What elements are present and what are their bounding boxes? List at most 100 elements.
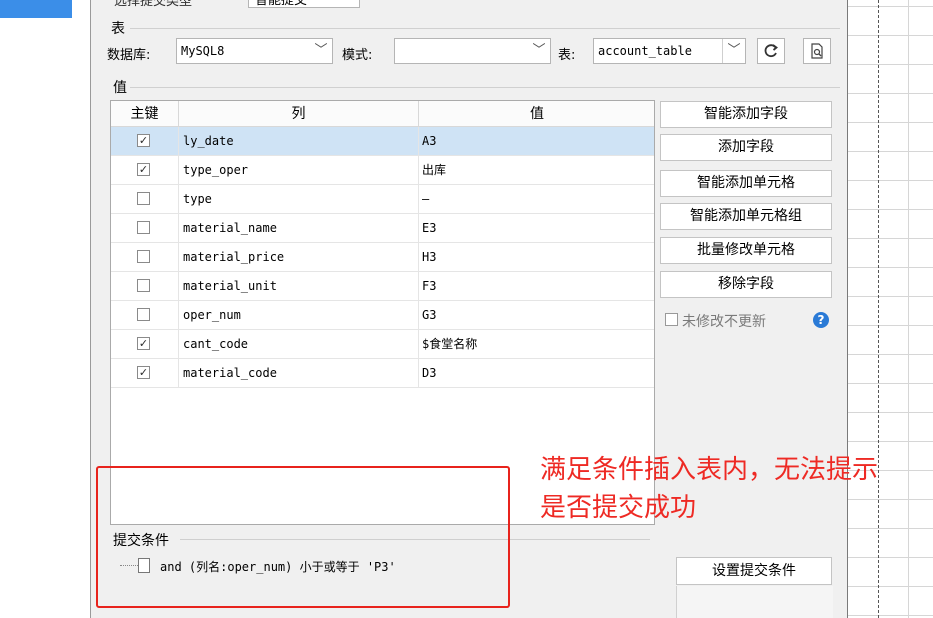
table-select[interactable]: account_table ﹀ (593, 38, 746, 64)
help-icon[interactable]: ? (813, 312, 829, 328)
column-name-cell[interactable]: material_name (179, 214, 419, 243)
table-row[interactable]: ✓ material_code D3 (111, 359, 654, 388)
table-row[interactable]: ✓ type_oper 出库 (111, 156, 654, 185)
key-cell: ✓ (111, 330, 179, 359)
key-cell (111, 185, 179, 214)
value-cell[interactable]: – (419, 185, 654, 214)
grid-row-line (848, 325, 933, 326)
column-header-key[interactable]: 主键 (111, 101, 179, 127)
value-cell[interactable]: A3 (419, 127, 654, 156)
remove-field-button[interactable]: 移除字段 (660, 271, 832, 298)
column-name-cell[interactable]: cant_code (179, 330, 419, 359)
primary-key-checkbox[interactable] (137, 221, 150, 234)
preview-icon[interactable] (803, 38, 831, 64)
primary-key-checkbox[interactable]: ✓ (137, 134, 150, 147)
grid-row-line (848, 383, 933, 384)
column-name-cell[interactable]: type_oper (179, 156, 419, 185)
grid-row-line (848, 122, 933, 123)
grid-row-line (848, 615, 933, 616)
mode-label: 模式: (342, 48, 373, 63)
key-cell (111, 214, 179, 243)
value-cell[interactable]: $食堂名称 (419, 330, 654, 359)
primary-key-checkbox[interactable] (137, 308, 150, 321)
grid-row-line (848, 412, 933, 413)
refresh-icon[interactable] (757, 38, 785, 64)
left-sidebar (0, 0, 90, 618)
primary-key-checkbox[interactable]: ✓ (137, 366, 150, 379)
grid-row-line (848, 93, 933, 94)
key-cell (111, 243, 179, 272)
key-cell (111, 301, 179, 330)
smart-add-field-button[interactable]: 智能添加字段 (660, 101, 832, 128)
grid-row-line (848, 238, 933, 239)
grid-row-line (848, 267, 933, 268)
grid-row-line (848, 557, 933, 558)
table-label: 表: (558, 48, 576, 63)
value-cell[interactable]: E3 (419, 214, 654, 243)
primary-key-checkbox[interactable]: ✓ (137, 337, 150, 350)
grid-row-line (848, 586, 933, 587)
annotation-text: 满足条件插入表内，无法提示 是否提交成功 (540, 451, 933, 527)
set-conditions-button[interactable]: 设置提交条件 (676, 557, 832, 585)
column-name-cell[interactable]: type (179, 185, 419, 214)
column-name-cell[interactable]: ly_date (179, 127, 419, 156)
database-value: MySQL8 (181, 44, 225, 58)
chevron-down-icon: ﹀ (722, 39, 745, 63)
grid-row-line (848, 64, 933, 65)
primary-key-checkbox[interactable] (137, 250, 150, 263)
column-name-cell[interactable]: oper_num (179, 301, 419, 330)
value-cell[interactable]: D3 (419, 359, 654, 388)
table-row[interactable]: material_name E3 (111, 214, 654, 243)
add-field-button[interactable]: 添加字段 (660, 134, 832, 161)
value-cell[interactable]: 出库 (419, 156, 654, 185)
value-cell[interactable]: H3 (419, 243, 654, 272)
column-name-cell[interactable]: material_price (179, 243, 419, 272)
database-label: 数据库: (107, 48, 151, 63)
grid-row-line (848, 354, 933, 355)
value-cell[interactable]: F3 (419, 272, 654, 301)
grid-row-line (848, 209, 933, 210)
primary-key-checkbox[interactable]: ✓ (137, 163, 150, 176)
primary-key-checkbox[interactable] (137, 192, 150, 205)
table-row[interactable]: material_unit F3 (111, 272, 654, 301)
batch-edit-cell-button[interactable]: 批量修改单元格 (660, 237, 832, 264)
table-row[interactable]: ✓ cant_code $食堂名称 (111, 330, 654, 359)
table-row[interactable]: ✓ ly_date A3 (111, 127, 654, 156)
annotation-line-1: 满足条件插入表内，无法提示 (540, 455, 879, 485)
column-name-cell[interactable]: material_unit (179, 272, 419, 301)
sidebar-selected-item[interactable] (0, 0, 72, 18)
conditions-side-panel (676, 586, 833, 618)
column-name-cell[interactable]: material_code (179, 359, 419, 388)
smart-add-cell-button[interactable]: 智能添加单元格 (660, 170, 832, 197)
table-group-divider (130, 28, 840, 29)
smart-add-cell-group-button[interactable]: 智能添加单元格组 (660, 203, 832, 230)
table-group-title: 表 (111, 21, 125, 37)
table-row[interactable]: oper_num G3 (111, 301, 654, 330)
value-cell[interactable]: G3 (419, 301, 654, 330)
annotation-highlight-box (96, 466, 510, 608)
submit-type-label: 选择提交类型 (114, 0, 193, 9)
database-select[interactable]: MySQL8 ﹀ (176, 38, 333, 64)
key-cell (111, 272, 179, 301)
value-group-divider (130, 87, 840, 88)
no-update-unmodified-label: 未修改不更新 (682, 314, 766, 330)
column-header-column[interactable]: 列 (179, 101, 419, 127)
submit-type-select[interactable]: 智能提交 (248, 0, 360, 8)
grid-row-line (848, 35, 933, 36)
grid-row-line (848, 296, 933, 297)
grid-row-line (848, 180, 933, 181)
grid-row-line (848, 528, 933, 529)
mode-select[interactable]: ﹀ (394, 38, 551, 64)
key-cell: ✓ (111, 127, 179, 156)
key-cell: ✓ (111, 359, 179, 388)
grid-row-line (848, 6, 933, 7)
grid-row-line (848, 441, 933, 442)
value-group-title: 值 (113, 80, 127, 96)
no-update-unmodified-checkbox[interactable] (665, 313, 678, 326)
table-row[interactable]: type – (111, 185, 654, 214)
grid-row-line (848, 151, 933, 152)
table-value: account_table (598, 44, 692, 58)
primary-key-checkbox[interactable] (137, 279, 150, 292)
table-row[interactable]: material_price H3 (111, 243, 654, 272)
column-header-value[interactable]: 值 (419, 101, 654, 127)
